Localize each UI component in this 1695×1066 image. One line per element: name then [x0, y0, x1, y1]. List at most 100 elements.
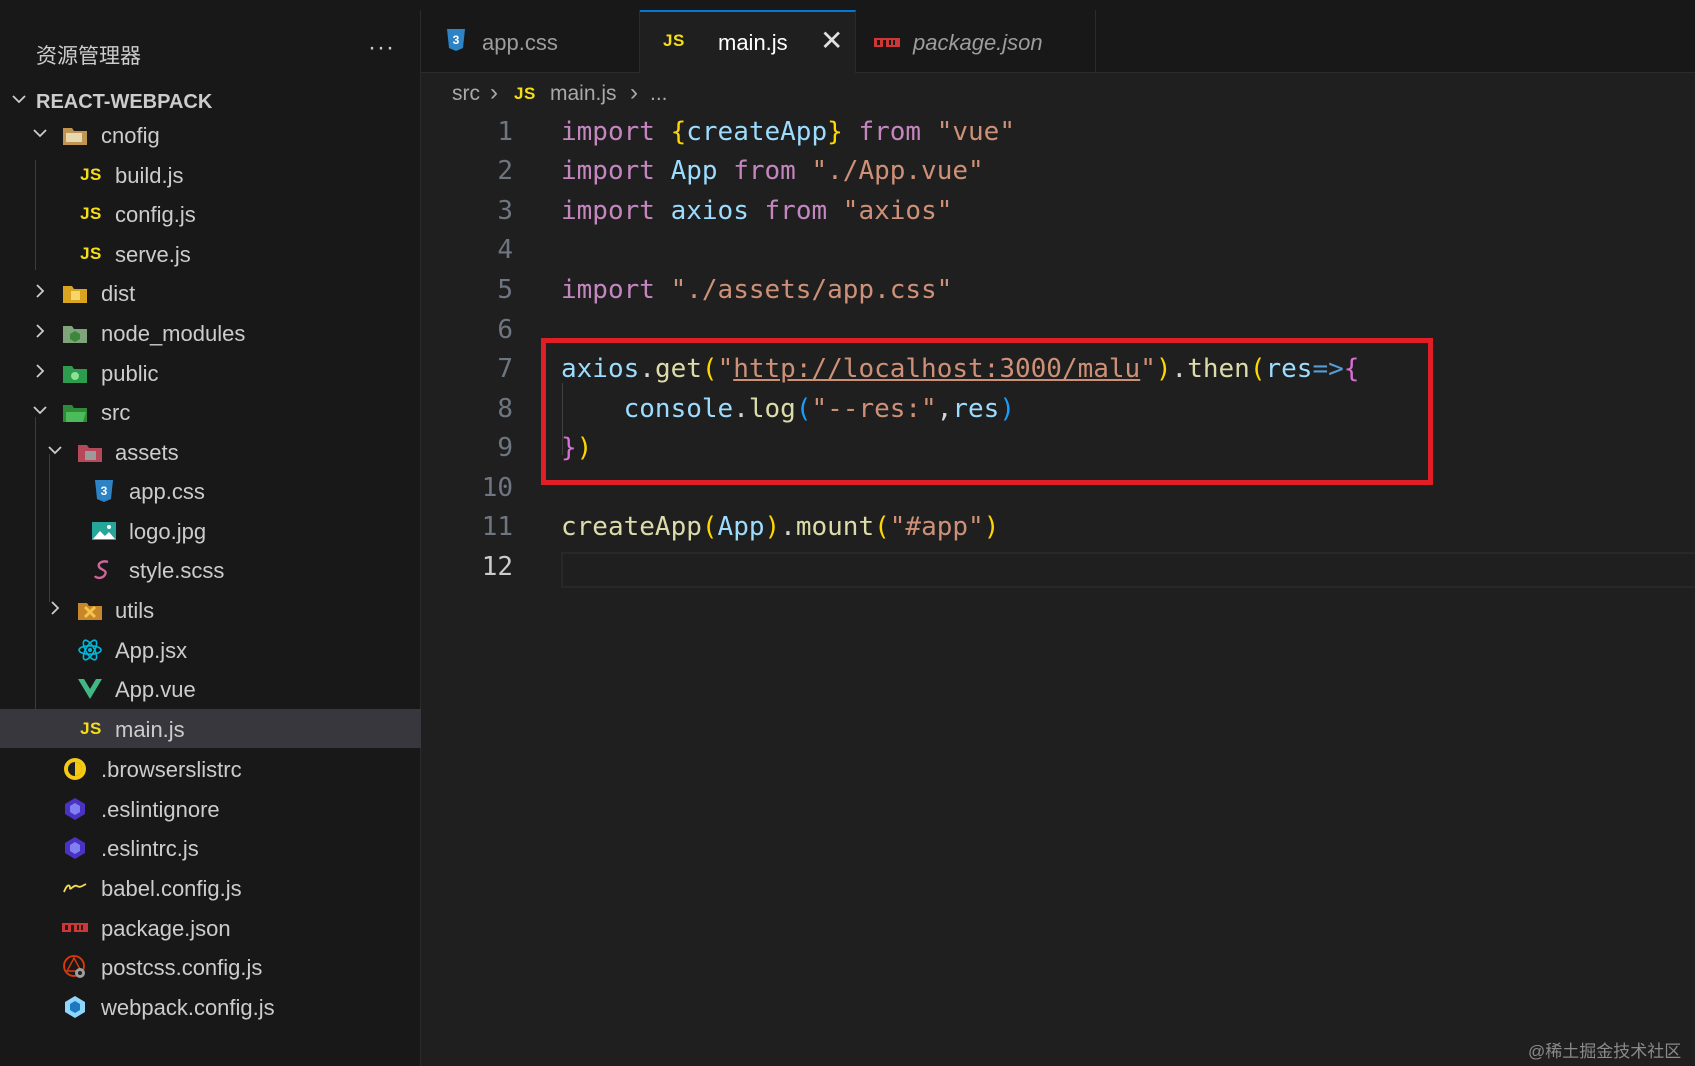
tab-label: main.js: [718, 30, 788, 55]
tree-folder-src[interactable]: src: [0, 392, 421, 431]
chevron-down-icon: [46, 441, 64, 464]
line-number: 3: [497, 196, 513, 226]
tree-file-postcss-config[interactable]: postcss.config.js: [0, 947, 421, 986]
chevron-down-icon: [10, 90, 28, 113]
chevron-down-icon: [31, 124, 49, 147]
annotation-highlight-box: [541, 338, 1433, 485]
code-token: App: [717, 512, 765, 542]
npm-icon: [874, 36, 900, 54]
tree-file-config-js[interactable]: JS config.js: [0, 194, 421, 233]
tree-file-eslintignore[interactable]: .eslintignore: [0, 789, 421, 828]
eslint-icon: [62, 836, 88, 860]
breadcrumb-more[interactable]: ...: [650, 82, 668, 106]
folder-public-icon: [62, 361, 88, 385]
tree-item-label: src: [101, 400, 131, 425]
code-token: mount: [795, 512, 875, 542]
code-token: from: [733, 156, 796, 186]
code-token: "axios": [842, 196, 953, 226]
code-token: ): [983, 512, 1000, 542]
tree-item-label: public: [101, 361, 159, 386]
close-tab-icon[interactable]: ✕: [820, 24, 843, 57]
css-file-icon: 3: [445, 28, 467, 57]
eslint-icon: [62, 797, 88, 821]
tree-file-style-scss[interactable]: style.scss: [0, 550, 421, 589]
line-number: 11: [481, 512, 513, 542]
code-line: import App from "./App.vue": [561, 156, 984, 186]
code-token: import: [561, 117, 655, 147]
tree-folder-node-modules[interactable]: node_modules: [0, 313, 421, 352]
js-file-icon: JS: [80, 165, 102, 184]
tree-item-label: cnofig: [101, 123, 160, 148]
code-token: import: [561, 275, 655, 305]
tree-folder-cnofig[interactable]: cnofig: [0, 115, 421, 154]
line-number: 6: [497, 315, 513, 345]
line-number: 5: [497, 275, 513, 305]
tree-folder-utils[interactable]: utils: [0, 590, 421, 629]
tree-file-logo-jpg[interactable]: logo.jpg: [0, 511, 421, 550]
tree-item-label: postcss.config.js: [101, 955, 263, 980]
css-file-icon: 3: [91, 479, 117, 503]
js-file-icon: JS: [514, 84, 536, 103]
breadcrumb-folder[interactable]: src: [452, 82, 480, 106]
tree-file-app-css[interactable]: 3 app.css: [0, 471, 421, 510]
code-token: ): [764, 512, 781, 542]
code-token: "#app": [889, 512, 984, 542]
code-token: App: [670, 156, 718, 186]
js-file-icon: JS: [663, 31, 685, 50]
tree-file-app-vue[interactable]: App.vue: [0, 669, 421, 708]
js-file-icon: JS: [80, 244, 102, 263]
tab-label: package.json: [913, 30, 1043, 55]
tree-folder-public[interactable]: public: [0, 353, 421, 392]
explorer-title: 资源管理器: [36, 45, 141, 68]
explorer-header: 资源管理器 ···: [0, 20, 421, 68]
tab-app-css[interactable]: 3 app.css: [421, 10, 640, 73]
line-number: 10: [481, 473, 513, 503]
tree-file-webpack-config[interactable]: webpack.config.js: [0, 987, 421, 1026]
vue-file-icon: [77, 677, 103, 701]
line-number: 8: [497, 394, 513, 424]
tree-file-build-js[interactable]: JS build.js: [0, 155, 421, 194]
tree-file-app-jsx[interactable]: App.jsx: [0, 630, 421, 669]
tree-folder-assets[interactable]: assets: [0, 432, 421, 471]
babel-icon: [62, 876, 88, 900]
tree-item-label: dist: [101, 281, 136, 306]
tab-package-json[interactable]: package.json: [856, 10, 1096, 73]
code-editor[interactable]: 1 2 3 4 5 6 7 8 9 10 11 12 import {creat…: [421, 113, 1695, 1066]
code-token: (: [874, 512, 890, 542]
tab-main-js[interactable]: JS main.js ✕: [640, 10, 856, 73]
tree-item-label: .eslintrc.js: [101, 836, 199, 861]
tree-file-babel-config[interactable]: babel.config.js: [0, 868, 421, 907]
tree-file-main-js[interactable]: JS main.js: [0, 709, 421, 748]
js-file-icon: JS: [80, 719, 102, 738]
code-token: createApp: [686, 117, 828, 147]
folder-src-icon: [62, 400, 88, 424]
tab-label: app.css: [482, 30, 558, 55]
image-file-icon: [91, 519, 117, 543]
tree-item-label: build.js: [115, 163, 184, 188]
tree-item-label: app.css: [129, 479, 205, 504]
breadcrumb-file[interactable]: main.js: [550, 82, 617, 106]
chevron-right-icon: [46, 599, 64, 622]
code-token: axios: [670, 196, 749, 226]
tree-file-browserslistrc[interactable]: .browserslistrc: [0, 749, 421, 788]
tree-file-serve-js[interactable]: JS serve.js: [0, 234, 421, 273]
line-number: 1: [497, 117, 513, 147]
window-top-strip: [0, 0, 1695, 10]
tree-item-label: main.js: [115, 717, 185, 742]
tree-item-label: package.json: [101, 916, 231, 941]
code-token: from: [858, 117, 922, 147]
tree-file-package-json[interactable]: package.json: [0, 908, 421, 947]
tree-item-label: node_modules: [101, 321, 246, 346]
more-actions-icon[interactable]: ···: [368, 34, 395, 62]
tree-folder-dist[interactable]: dist: [0, 273, 421, 312]
chevron-down-icon: [31, 401, 49, 424]
code-token: "vue": [936, 117, 1015, 147]
tree-item-label: .eslintignore: [101, 797, 220, 822]
folder-dist-icon: [62, 281, 88, 305]
folder-node-icon: [62, 321, 88, 345]
editor-tab-bar: 3 app.css JS main.js ✕ package.json: [421, 10, 1695, 73]
line-number: 7: [497, 354, 513, 384]
breadcrumb-separator: ›: [630, 79, 638, 106]
chevron-right-icon: [31, 282, 49, 305]
tree-file-eslintrc-js[interactable]: .eslintrc.js: [0, 828, 421, 867]
